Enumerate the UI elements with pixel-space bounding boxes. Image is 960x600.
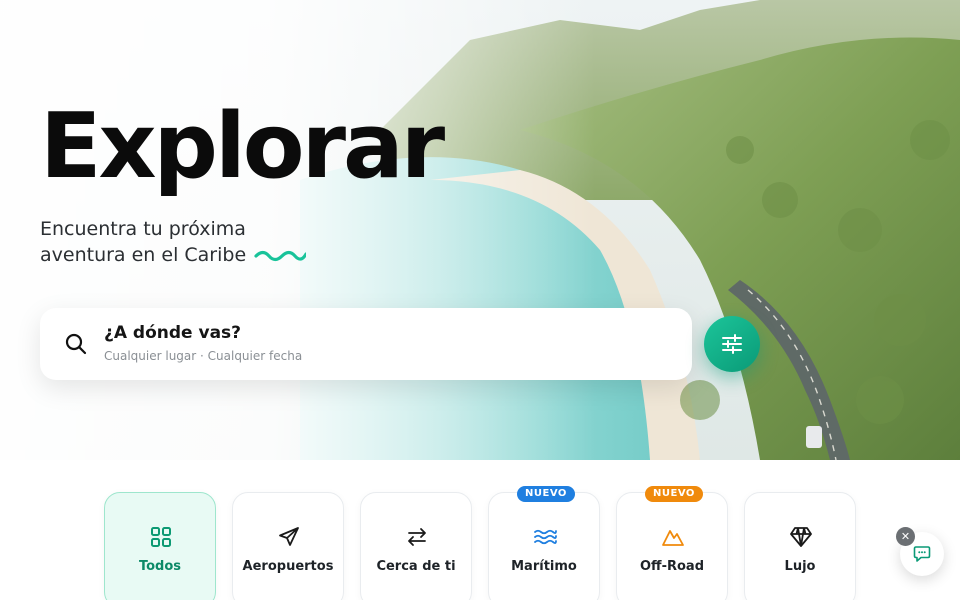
arrows-swap-icon [408, 528, 426, 546]
page-title: Explorar [40, 94, 445, 199]
search-title[interactable]: ¿A dónde vas? [104, 323, 241, 343]
search-subtitle[interactable]: Cualquier lugar · Cualquier fecha [104, 349, 302, 363]
category-label: Marítimo [511, 559, 577, 574]
category-label: Cerca de ti [376, 559, 456, 574]
waves-icon [534, 529, 557, 545]
category-maritimo[interactable]: Marítimo [488, 492, 600, 600]
mountain-icon [662, 530, 684, 546]
new-badge: NUEVO [645, 486, 703, 502]
diamond-icon [790, 527, 812, 547]
hero-subtitle: Encuentra tu próxima aventura en el Cari… [40, 216, 340, 268]
hero-subtitle-line-2-text: aventura en el Caribe [40, 244, 247, 266]
hero-subtitle-line-2: aventura en el Caribe [40, 242, 340, 268]
category-aeropuertos[interactable]: Aeropuertos [232, 492, 344, 600]
category-lujo[interactable]: Lujo [744, 492, 856, 600]
search-bar[interactable]: ¿A dónde vas? Cualquier lugar · Cualquie… [40, 308, 692, 380]
search-icon [65, 333, 87, 355]
hero-subtitle-line-1: Encuentra tu próxima [40, 218, 246, 240]
plane-icon [279, 527, 299, 546]
category-bar: Todos Aeropuertos Cerca de ti Marítimo O… [0, 460, 960, 600]
chat-bubble-icon [913, 546, 931, 562]
category-label: Off-Road [640, 559, 704, 574]
sliders-icon [722, 334, 742, 354]
category-label: Lujo [784, 559, 816, 574]
category-cerca-de-ti[interactable]: Cerca de ti [360, 492, 472, 600]
wave-icon [254, 250, 307, 261]
category-label: Todos [138, 559, 182, 574]
new-badge: NUEVO [517, 486, 575, 502]
category-todos[interactable]: Todos [104, 492, 216, 600]
chat-close-button[interactable]: ✕ [896, 527, 915, 546]
category-label: Aeropuertos [242, 559, 334, 574]
hero-section: Explorar Encuentra tu próxima aventura e… [0, 0, 960, 460]
category-off-road[interactable]: Off-Road [616, 492, 728, 600]
grid-icon [151, 527, 171, 547]
filter-button[interactable] [704, 316, 760, 372]
